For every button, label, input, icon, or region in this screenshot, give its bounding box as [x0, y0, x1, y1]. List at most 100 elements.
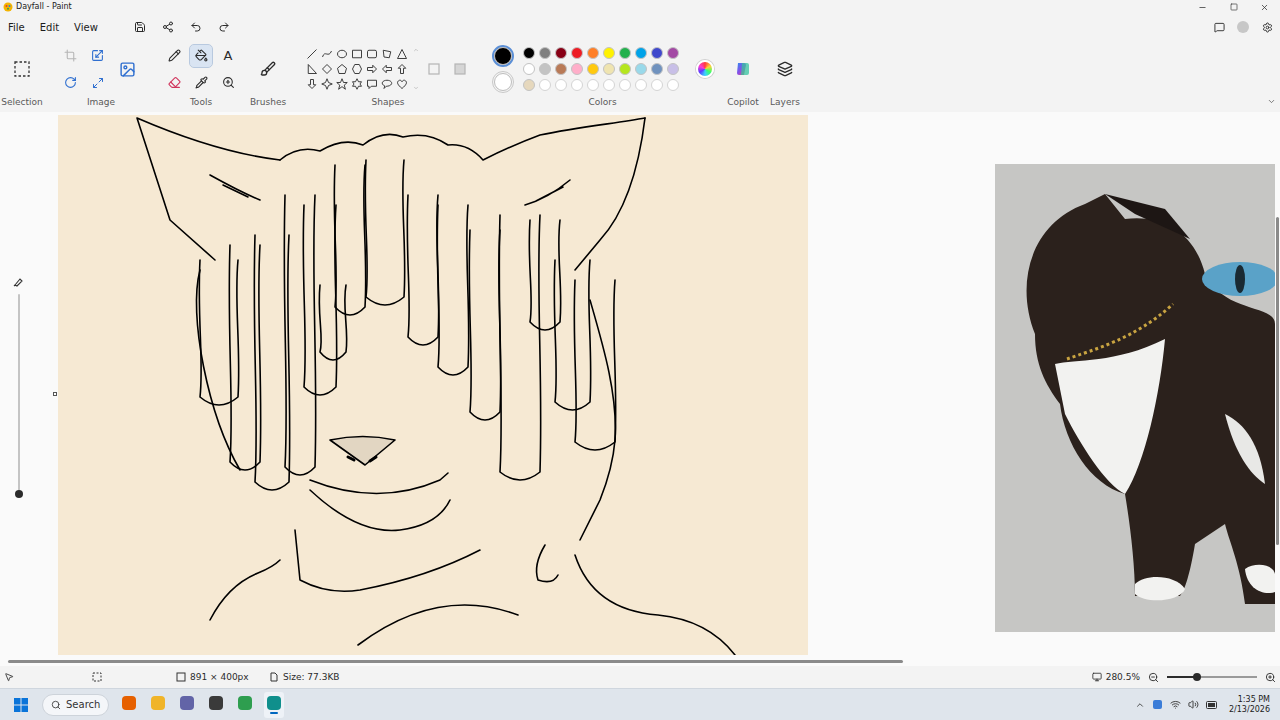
brush-size-slider[interactable]: [12, 294, 26, 494]
scroll-thumb[interactable]: [1276, 217, 1279, 545]
shape-button[interactable]: [365, 62, 379, 76]
shape-button[interactable]: [320, 77, 334, 91]
shape-button[interactable]: [395, 77, 409, 91]
color-swatch[interactable]: [635, 63, 647, 75]
flip-button[interactable]: [87, 72, 109, 94]
color-swatch[interactable]: [667, 63, 679, 75]
scroll-thumb[interactable]: [8, 660, 903, 663]
zoom-slider[interactable]: [1167, 672, 1257, 682]
vertical-scrollbar[interactable]: [1275, 112, 1280, 658]
close-button[interactable]: [1249, 0, 1280, 14]
ribbon-collapse[interactable]: [1267, 91, 1276, 110]
color-swatch[interactable]: [555, 79, 567, 91]
color-swatch[interactable]: [587, 47, 599, 59]
taskbar-app[interactable]: [264, 692, 284, 718]
account-button[interactable]: [1232, 16, 1254, 38]
color-swatch[interactable]: [619, 63, 631, 75]
tool-button[interactable]: A: [217, 45, 239, 67]
color-swatch[interactable]: [619, 79, 631, 91]
minimize-button[interactable]: [1187, 0, 1218, 14]
color-swatch[interactable]: [603, 47, 615, 59]
canvas[interactable]: [58, 115, 808, 655]
shape-button[interactable]: [305, 77, 319, 91]
taskbar-clock[interactable]: 1:35 PM2/13/2026: [1229, 695, 1274, 715]
tool-button[interactable]: [163, 72, 185, 94]
start-button[interactable]: [10, 694, 32, 716]
shape-button[interactable]: [395, 62, 409, 76]
taskbar-app[interactable]: [148, 692, 168, 718]
canvas-resize-handle[interactable]: [53, 392, 57, 396]
shape-button[interactable]: [335, 77, 349, 91]
zoom-in-icon[interactable]: [1265, 672, 1276, 683]
tray-app-icon[interactable]: [1152, 699, 1163, 710]
feedback-button[interactable]: [1208, 16, 1230, 38]
taskbar-app[interactable]: [177, 692, 197, 718]
taskbar-app[interactable]: [119, 692, 139, 718]
settings-button[interactable]: [1256, 16, 1278, 38]
shape-button[interactable]: [305, 62, 319, 76]
crop-button[interactable]: [60, 45, 82, 67]
tool-button[interactable]: [217, 72, 239, 94]
shape-button[interactable]: [380, 62, 394, 76]
menu-item[interactable]: Edit: [34, 19, 65, 36]
shape-button[interactable]: [320, 47, 334, 61]
undo-button[interactable]: [185, 16, 207, 38]
taskbar-search[interactable]: Search: [42, 694, 109, 716]
fit-to-window-icon[interactable]: [1092, 672, 1102, 682]
color-swatch[interactable]: [651, 47, 663, 59]
color-swatch[interactable]: [539, 79, 551, 91]
color-swatch[interactable]: [635, 47, 647, 59]
shape-button[interactable]: [335, 47, 349, 61]
shape-button[interactable]: [350, 77, 364, 91]
color-swatch[interactable]: [571, 79, 583, 91]
volume-icon[interactable]: [1188, 699, 1199, 710]
shape-button[interactable]: [335, 62, 349, 76]
shape-button[interactable]: [365, 47, 379, 61]
save-button[interactable]: [129, 16, 151, 38]
horizontal-scrollbar[interactable]: [0, 658, 1280, 666]
tool-button[interactable]: [190, 72, 212, 94]
color-swatch[interactable]: [555, 47, 567, 59]
color-swatch[interactable]: [571, 47, 583, 59]
color-swatch[interactable]: [555, 63, 567, 75]
shape-button[interactable]: [365, 77, 379, 91]
reference-image[interactable]: [995, 164, 1275, 632]
color-swatch[interactable]: [587, 79, 599, 91]
shape-button[interactable]: [305, 47, 319, 61]
color-swatch[interactable]: [651, 63, 663, 75]
shape-button[interactable]: [350, 62, 364, 76]
battery-icon[interactable]: [1206, 701, 1218, 709]
color-swatch[interactable]: [523, 63, 535, 75]
secondary-color[interactable]: [492, 71, 514, 93]
color-swatch[interactable]: [587, 63, 599, 75]
color-swatch[interactable]: [667, 47, 679, 59]
copilot-button[interactable]: [728, 52, 758, 86]
menu-item[interactable]: File: [2, 19, 31, 36]
color-swatch[interactable]: [523, 47, 535, 59]
tool-button[interactable]: [163, 45, 185, 67]
color-swatch[interactable]: [667, 79, 679, 91]
color-swatch[interactable]: [539, 47, 551, 59]
color-swatch[interactable]: [619, 47, 631, 59]
taskbar-app[interactable]: [235, 692, 255, 718]
color-swatch[interactable]: [603, 63, 615, 75]
color-swatch[interactable]: [523, 79, 535, 91]
slider-thumb[interactable]: [1193, 673, 1201, 681]
resize-button[interactable]: [87, 45, 109, 67]
share-button[interactable]: [157, 16, 179, 38]
fill-style-button[interactable]: [449, 58, 471, 80]
shape-button[interactable]: [380, 77, 394, 91]
shapes-scroll[interactable]: [413, 47, 419, 91]
edit-colors-button[interactable]: [696, 60, 714, 78]
menu-item[interactable]: View: [68, 19, 104, 36]
color-swatch[interactable]: [635, 79, 647, 91]
outline-button[interactable]: [423, 58, 445, 80]
image-options-button[interactable]: [113, 53, 143, 85]
taskbar-app[interactable]: [206, 692, 226, 718]
shape-button[interactable]: [380, 47, 394, 61]
layers-button[interactable]: [770, 52, 800, 86]
brushes-button[interactable]: [254, 51, 282, 87]
color-swatch[interactable]: [539, 63, 551, 75]
color-swatch[interactable]: [603, 79, 615, 91]
redo-button[interactable]: [213, 16, 235, 38]
